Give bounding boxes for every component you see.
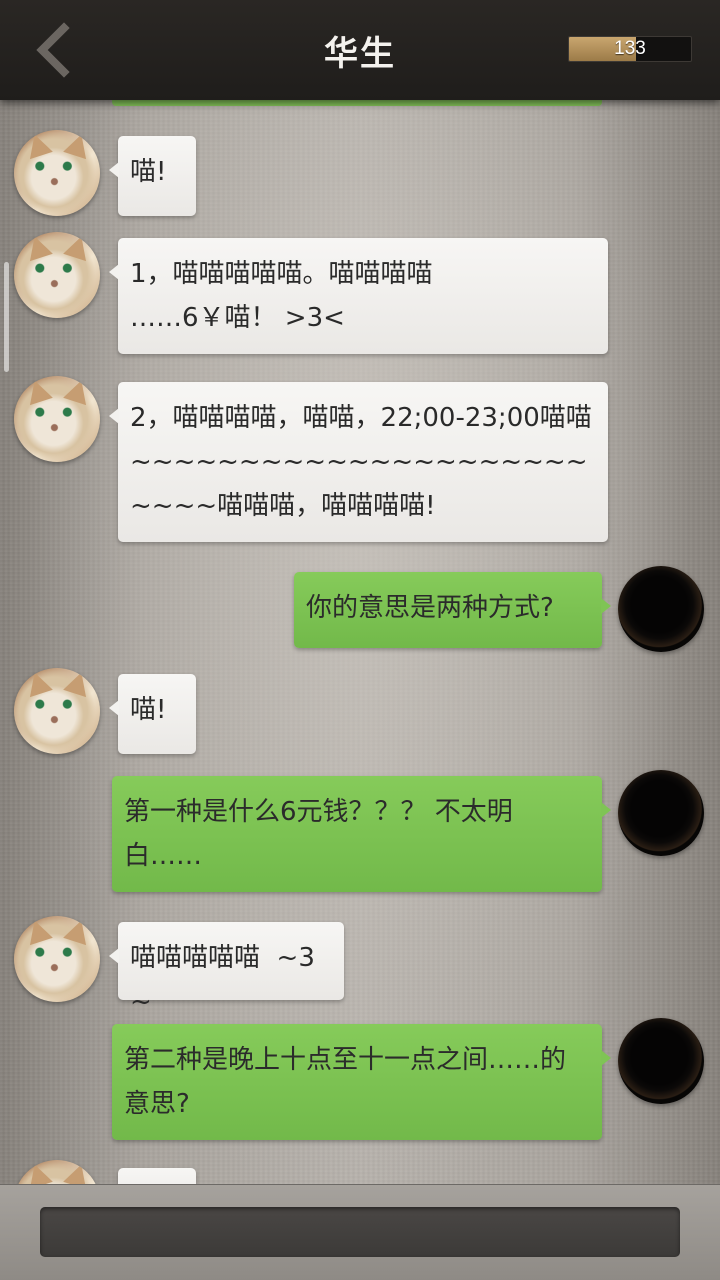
cat-avatar[interactable] <box>14 130 100 216</box>
chat-screen: 华生 133 喵! 1，喵喵喵喵喵。喵喵喵喵 ……6￥喵！ >3< 2，喵喵喵喵… <box>0 0 720 1280</box>
message-bubble-incoming: 1，喵喵喵喵喵。喵喵喵喵 ……6￥喵！ >3< <box>109 238 608 354</box>
counter-value: 133 <box>614 38 646 59</box>
user-avatar[interactable] <box>618 1018 704 1104</box>
message-bubble-incoming: 喵喵喵喵喵 ~3~ <box>109 922 344 1017</box>
message-input[interactable] <box>40 1207 680 1257</box>
scroll-indicator[interactable] <box>4 262 9 372</box>
message-bubble-incoming: 喵! <box>109 674 196 754</box>
message-bubble-outgoing: 第二种是晚上十点至十一点之间……的意思? <box>112 1024 611 1140</box>
header-bar: 华生 133 <box>0 0 720 100</box>
cat-avatar[interactable] <box>14 376 100 462</box>
message-bubble-outgoing: 第一种是什么6元钱？？？ 不太明白…… <box>112 776 611 892</box>
user-avatar[interactable] <box>618 566 704 652</box>
message-bubble-incoming: 2，喵喵喵喵，喵喵，22;00-23;00喵喵~~~~~~~~~~~~~~~~~… <box>109 382 608 542</box>
message-bubble-incoming: 喵! <box>109 136 196 216</box>
cat-avatar[interactable] <box>14 232 100 318</box>
counter-bar: 133 <box>568 36 692 62</box>
message-bubble-outgoing: 你的意思是两种方式? <box>294 572 611 648</box>
cat-avatar[interactable] <box>14 916 100 1002</box>
bottom-input-bar <box>0 1184 720 1280</box>
user-avatar[interactable] <box>618 770 704 856</box>
cat-avatar[interactable] <box>14 668 100 754</box>
